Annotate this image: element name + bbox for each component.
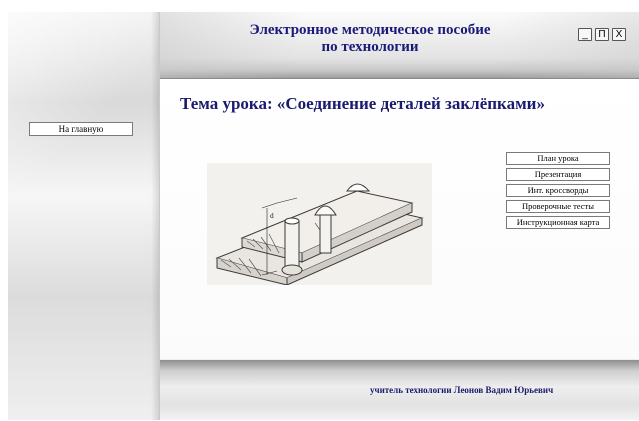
instruction-card-button[interactable]: Инструкционная карта bbox=[506, 216, 610, 229]
maximize-button[interactable]: П bbox=[595, 28, 609, 41]
author-credit: учитель технологии Леонов Вадим Юрьевич bbox=[370, 385, 554, 395]
lesson-title: Тема урока: «Соединение деталей заклёпка… bbox=[180, 94, 545, 113]
app-title: Электронное методическое пособие по техн… bbox=[200, 22, 540, 56]
window-controls: _ П X bbox=[578, 28, 626, 41]
home-button[interactable]: На главную bbox=[29, 122, 133, 136]
close-button[interactable]: X bbox=[612, 28, 626, 41]
rivet-joint-drawing-icon: d bbox=[215, 183, 424, 286]
presentation-button[interactable]: Презентация bbox=[506, 168, 610, 181]
sidebar bbox=[8, 12, 160, 420]
minimize-button[interactable]: _ bbox=[578, 28, 592, 41]
rivet-joint-illustration: d bbox=[207, 163, 432, 286]
crosswords-button[interactable]: Инт. кроссворды bbox=[506, 184, 610, 197]
dimension-label-d: d bbox=[270, 213, 274, 220]
lesson-menu: План урока Презентация Инт. кроссворды П… bbox=[506, 152, 610, 232]
app-title-line1: Электронное методическое пособие bbox=[249, 22, 491, 38]
lesson-plan-button[interactable]: План урока bbox=[506, 152, 610, 165]
tests-button[interactable]: Проверочные тесты bbox=[506, 200, 610, 213]
app-title-line2: по технологии bbox=[321, 39, 419, 55]
